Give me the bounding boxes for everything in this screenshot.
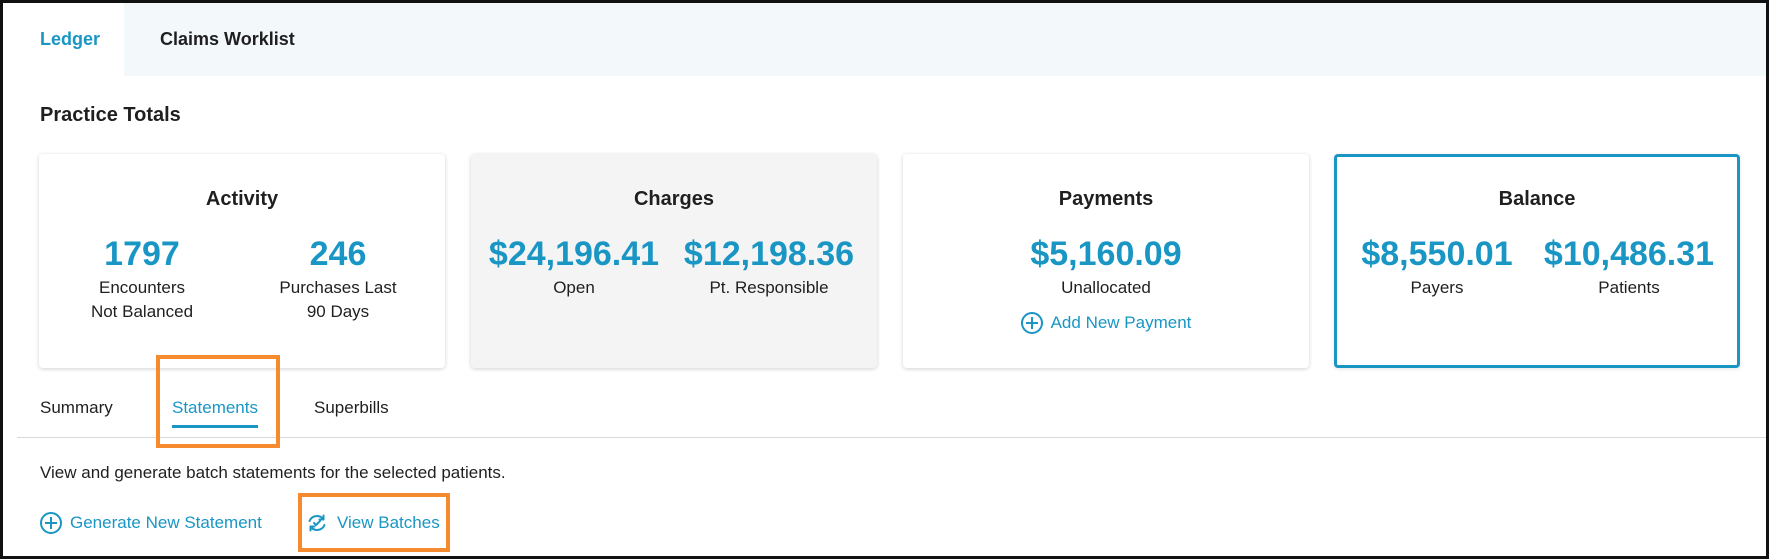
label-line: Not Balanced xyxy=(90,302,194,321)
purchases-last-90-days-label: Purchases Last 90 Days xyxy=(243,276,433,324)
refresh-icon xyxy=(308,514,326,532)
generate-new-statement-button[interactable]: Generate New Statement xyxy=(40,508,262,538)
encounters-not-balanced-metric[interactable]: 1797 Encounters Not Balanced xyxy=(47,234,237,324)
charges-card-title: Charges xyxy=(633,188,715,210)
label-line: 90 Days xyxy=(306,302,370,321)
purchases-last-90-days-metric[interactable]: 246 Purchases Last 90 Days xyxy=(243,234,433,324)
statements-description: View and generate batch statements for t… xyxy=(40,463,506,482)
open-charges-label: Open xyxy=(553,278,595,297)
subtab-summary[interactable]: Summary xyxy=(40,378,113,438)
pt-responsible-metric[interactable]: $12,198.36 Pt. Responsible xyxy=(674,234,864,300)
open-charges-value: $24,196.41 xyxy=(488,235,660,273)
tab-ledger[interactable]: Ledger xyxy=(3,3,124,76)
balance-card-title: Balance xyxy=(1498,188,1576,210)
patients-balance-value: $10,486.31 xyxy=(1543,235,1715,273)
label-line: Encounters xyxy=(99,278,185,297)
generate-new-statement-label: Generate New Statement xyxy=(70,513,262,532)
unallocated-payments-label: Unallocated xyxy=(1061,278,1151,297)
pt-responsible-label: Pt. Responsible xyxy=(709,278,829,297)
patients-balance-metric[interactable]: $10,486.31 Patients xyxy=(1534,234,1724,300)
plus-circle-icon xyxy=(1020,312,1043,334)
purchases-last-90-days-value: 246 xyxy=(309,235,367,273)
top-tab-bar: Ledger Claims Worklist xyxy=(3,3,1766,76)
practice-totals-heading: Practice Totals xyxy=(40,104,181,126)
plus-circle-icon xyxy=(40,512,62,534)
payers-balance-value: $8,550.01 xyxy=(1361,235,1513,273)
ledger-subtab-bar: Summary Statements Superbills xyxy=(17,378,1766,438)
charges-card: Charges $24,196.41 Open $12,198.36 Pt. R… xyxy=(471,154,877,368)
encounters-not-balanced-label: Encounters Not Balanced xyxy=(47,276,237,324)
ledger-page: Ledger Claims Worklist Practice Totals A… xyxy=(0,0,1769,559)
unallocated-payments-metric[interactable]: $5,160.09 Unallocated xyxy=(903,234,1309,300)
subtab-superbills[interactable]: Superbills xyxy=(314,378,389,438)
payers-balance-label: Payers xyxy=(1410,278,1464,297)
label-line: Purchases Last xyxy=(279,278,397,297)
unallocated-payments-value: $5,160.09 xyxy=(1030,235,1182,273)
balance-card[interactable]: Balance $8,550.01 Payers $10,486.31 Pati… xyxy=(1334,154,1740,368)
subtab-statements[interactable]: Statements xyxy=(172,378,258,438)
payers-balance-metric[interactable]: $8,550.01 Payers xyxy=(1342,234,1532,300)
activity-card-title: Activity xyxy=(205,188,279,210)
active-tab-indicator xyxy=(172,425,258,428)
open-charges-metric[interactable]: $24,196.41 Open xyxy=(479,234,669,300)
payments-card: Payments $5,160.09 Unallocated Add New P… xyxy=(903,154,1309,368)
view-batches-button[interactable]: View Batches xyxy=(305,508,440,538)
patients-balance-label: Patients xyxy=(1598,278,1660,297)
encounters-not-balanced-value: 1797 xyxy=(104,235,180,273)
add-new-payment-button[interactable]: Add New Payment xyxy=(903,312,1309,334)
pt-responsible-value: $12,198.36 xyxy=(683,235,855,273)
tab-claims-worklist[interactable]: Claims Worklist xyxy=(124,3,331,76)
view-batches-label: View Batches xyxy=(337,513,440,532)
activity-card: Activity 1797 Encounters Not Balanced 24… xyxy=(39,154,445,368)
add-new-payment-label: Add New Payment xyxy=(1050,313,1192,332)
payments-card-title: Payments xyxy=(1058,188,1154,210)
subtab-statements-label: Statements xyxy=(172,398,258,417)
